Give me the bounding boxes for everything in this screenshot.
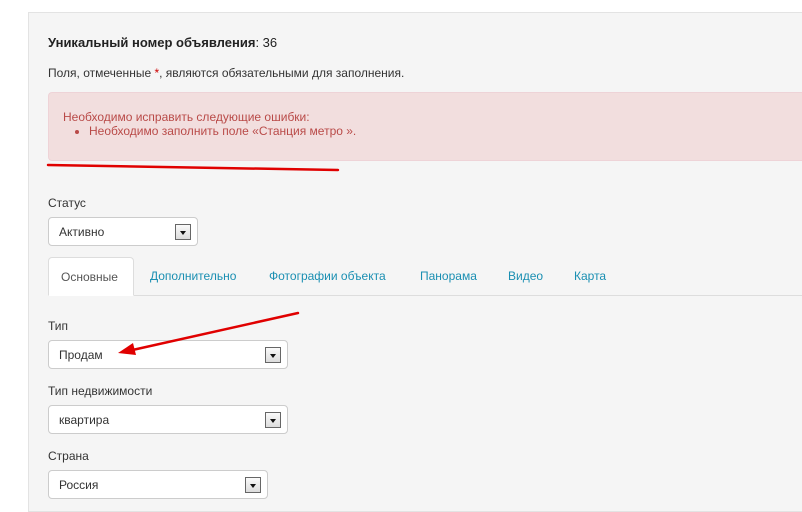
red-arrow-annotation — [126, 311, 300, 353]
annotation-overlay — [46, 163, 340, 355]
red-arrowhead-icon — [118, 343, 136, 355]
red-underline-annotation — [46, 163, 340, 172]
